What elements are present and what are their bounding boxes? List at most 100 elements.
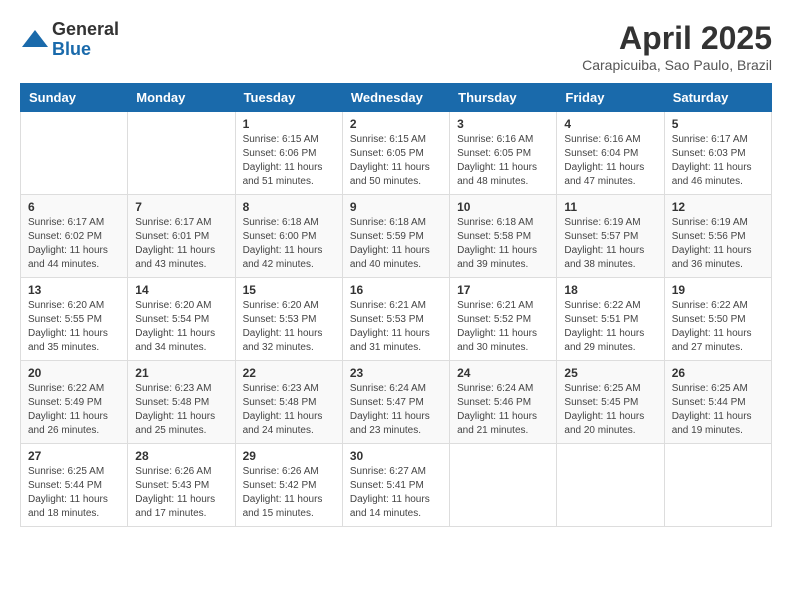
day-cell bbox=[557, 444, 664, 527]
day-cell: 29 Sunrise: 6:26 AM Sunset: 5:42 PM Dayli… bbox=[235, 444, 342, 527]
day-number: 6 bbox=[28, 200, 120, 214]
day-info: Sunrise: 6:16 AM Sunset: 6:05 PM Dayligh… bbox=[457, 133, 549, 189]
day-number: 15 bbox=[243, 283, 335, 297]
day-info: Sunrise: 6:19 AM Sunset: 5:56 PM Dayligh… bbox=[672, 216, 764, 272]
logo-blue: Blue bbox=[52, 40, 119, 60]
day-cell bbox=[450, 444, 557, 527]
day-number: 11 bbox=[564, 200, 656, 214]
day-number: 18 bbox=[564, 283, 656, 297]
day-cell: 14 Sunrise: 6:20 AM Sunset: 5:54 PM Dayli… bbox=[128, 278, 235, 361]
day-number: 17 bbox=[457, 283, 549, 297]
day-cell: 5 Sunrise: 6:17 AM Sunset: 6:03 PM Daylig… bbox=[664, 112, 771, 195]
day-cell: 13 Sunrise: 6:20 AM Sunset: 5:55 PM Dayli… bbox=[21, 278, 128, 361]
day-number: 29 bbox=[243, 449, 335, 463]
day-number: 21 bbox=[135, 366, 227, 380]
day-info: Sunrise: 6:22 AM Sunset: 5:49 PM Dayligh… bbox=[28, 382, 120, 438]
day-cell: 18 Sunrise: 6:22 AM Sunset: 5:51 PM Dayli… bbox=[557, 278, 664, 361]
day-cell bbox=[21, 112, 128, 195]
day-info: Sunrise: 6:21 AM Sunset: 5:53 PM Dayligh… bbox=[350, 299, 442, 355]
day-info: Sunrise: 6:24 AM Sunset: 5:47 PM Dayligh… bbox=[350, 382, 442, 438]
day-number: 2 bbox=[350, 117, 442, 131]
day-number: 20 bbox=[28, 366, 120, 380]
day-info: Sunrise: 6:18 AM Sunset: 6:00 PM Dayligh… bbox=[243, 216, 335, 272]
day-number: 4 bbox=[564, 117, 656, 131]
day-number: 30 bbox=[350, 449, 442, 463]
day-info: Sunrise: 6:22 AM Sunset: 5:50 PM Dayligh… bbox=[672, 299, 764, 355]
day-info: Sunrise: 6:21 AM Sunset: 5:52 PM Dayligh… bbox=[457, 299, 549, 355]
day-cell: 9 Sunrise: 6:18 AM Sunset: 5:59 PM Daylig… bbox=[342, 195, 449, 278]
day-number: 3 bbox=[457, 117, 549, 131]
day-cell: 23Sunrise: 6:24 AM Sunset: 5:47 PM Dayli… bbox=[342, 361, 449, 444]
day-cell: 26 Sunrise: 6:25 AM Sunset: 5:44 PM Dayli… bbox=[664, 361, 771, 444]
calendar-header: SundayMondayTuesdayWednesdayThursdayFrid… bbox=[21, 84, 772, 112]
day-number: 14 bbox=[135, 283, 227, 297]
calendar-body: 1Sunrise: 6:15 AM Sunset: 6:06 PM Daylig… bbox=[21, 112, 772, 527]
day-info: Sunrise: 6:15 AM Sunset: 6:06 PM Dayligh… bbox=[243, 133, 335, 189]
day-info: Sunrise: 6:20 AM Sunset: 5:55 PM Dayligh… bbox=[28, 299, 120, 355]
week-row-5: 27 Sunrise: 6:25 AM Sunset: 5:44 PM Dayli… bbox=[21, 444, 772, 527]
day-number: 9 bbox=[350, 200, 442, 214]
day-cell: 6 Sunrise: 6:17 AM Sunset: 6:02 PM Daylig… bbox=[21, 195, 128, 278]
week-row-3: 13 Sunrise: 6:20 AM Sunset: 5:55 PM Dayli… bbox=[21, 278, 772, 361]
day-cell: 22 Sunrise: 6:23 AM Sunset: 5:48 PM Dayli… bbox=[235, 361, 342, 444]
day-cell: 11 Sunrise: 6:19 AM Sunset: 5:57 PM Dayli… bbox=[557, 195, 664, 278]
header-cell-saturday: Saturday bbox=[664, 84, 771, 112]
day-cell: 8 Sunrise: 6:18 AM Sunset: 6:00 PM Daylig… bbox=[235, 195, 342, 278]
day-cell: 30 Sunrise: 6:27 AM Sunset: 5:41 PM Dayli… bbox=[342, 444, 449, 527]
header-row: SundayMondayTuesdayWednesdayThursdayFrid… bbox=[21, 84, 772, 112]
header-cell-thursday: Thursday bbox=[450, 84, 557, 112]
day-number: 22 bbox=[243, 366, 335, 380]
day-info: Sunrise: 6:24 AM Sunset: 5:46 PM Dayligh… bbox=[457, 382, 549, 438]
day-cell: 3 Sunrise: 6:16 AM Sunset: 6:05 PM Daylig… bbox=[450, 112, 557, 195]
day-info: Sunrise: 6:25 AM Sunset: 5:45 PM Dayligh… bbox=[564, 382, 656, 438]
day-info: Sunrise: 6:17 AM Sunset: 6:02 PM Dayligh… bbox=[28, 216, 120, 272]
week-row-2: 6 Sunrise: 6:17 AM Sunset: 6:02 PM Daylig… bbox=[21, 195, 772, 278]
day-number: 24 bbox=[457, 366, 549, 380]
day-cell: 17 Sunrise: 6:21 AM Sunset: 5:52 PM Dayli… bbox=[450, 278, 557, 361]
day-cell: 2 Sunrise: 6:15 AM Sunset: 6:05 PM Daylig… bbox=[342, 112, 449, 195]
day-info: Sunrise: 6:26 AM Sunset: 5:43 PM Dayligh… bbox=[135, 465, 227, 521]
day-info: Sunrise: 6:20 AM Sunset: 5:54 PM Dayligh… bbox=[135, 299, 227, 355]
day-info: Sunrise: 6:26 AM Sunset: 5:42 PM Dayligh… bbox=[243, 465, 335, 521]
day-number: 5 bbox=[672, 117, 764, 131]
day-number: 7 bbox=[135, 200, 227, 214]
day-cell: 1Sunrise: 6:15 AM Sunset: 6:06 PM Daylig… bbox=[235, 112, 342, 195]
day-info: Sunrise: 6:15 AM Sunset: 6:05 PM Dayligh… bbox=[350, 133, 442, 189]
day-cell: 12 Sunrise: 6:19 AM Sunset: 5:56 PM Dayli… bbox=[664, 195, 771, 278]
calendar-table: SundayMondayTuesdayWednesdayThursdayFrid… bbox=[20, 83, 772, 527]
page-header: General Blue April 2025 Carapicuiba, Sao… bbox=[20, 20, 772, 73]
logo-text: General Blue bbox=[52, 20, 119, 60]
day-number: 28 bbox=[135, 449, 227, 463]
day-number: 13 bbox=[28, 283, 120, 297]
title-section: April 2025 Carapicuiba, Sao Paulo, Brazi… bbox=[582, 20, 772, 73]
day-number: 12 bbox=[672, 200, 764, 214]
day-number: 26 bbox=[672, 366, 764, 380]
day-cell: 24 Sunrise: 6:24 AM Sunset: 5:46 PM Dayli… bbox=[450, 361, 557, 444]
day-info: Sunrise: 6:25 AM Sunset: 5:44 PM Dayligh… bbox=[28, 465, 120, 521]
day-number: 16 bbox=[350, 283, 442, 297]
day-cell: 21Sunrise: 6:23 AM Sunset: 5:48 PM Dayli… bbox=[128, 361, 235, 444]
day-cell bbox=[128, 112, 235, 195]
day-cell: 10 Sunrise: 6:18 AM Sunset: 5:58 PM Dayli… bbox=[450, 195, 557, 278]
day-cell: 15 Sunrise: 6:20 AM Sunset: 5:53 PM Dayli… bbox=[235, 278, 342, 361]
day-info: Sunrise: 6:20 AM Sunset: 5:53 PM Dayligh… bbox=[243, 299, 335, 355]
week-row-4: 20 Sunrise: 6:22 AM Sunset: 5:49 PM Dayli… bbox=[21, 361, 772, 444]
day-info: Sunrise: 6:19 AM Sunset: 5:57 PM Dayligh… bbox=[564, 216, 656, 272]
day-info: Sunrise: 6:18 AM Sunset: 5:58 PM Dayligh… bbox=[457, 216, 549, 272]
day-info: Sunrise: 6:25 AM Sunset: 5:44 PM Dayligh… bbox=[672, 382, 764, 438]
day-info: Sunrise: 6:18 AM Sunset: 5:59 PM Dayligh… bbox=[350, 216, 442, 272]
day-info: Sunrise: 6:16 AM Sunset: 6:04 PM Dayligh… bbox=[564, 133, 656, 189]
day-cell: 20 Sunrise: 6:22 AM Sunset: 5:49 PM Dayli… bbox=[21, 361, 128, 444]
day-info: Sunrise: 6:27 AM Sunset: 5:41 PM Dayligh… bbox=[350, 465, 442, 521]
day-number: 10 bbox=[457, 200, 549, 214]
day-cell: 28 Sunrise: 6:26 AM Sunset: 5:43 PM Dayli… bbox=[128, 444, 235, 527]
day-info: Sunrise: 6:22 AM Sunset: 5:51 PM Dayligh… bbox=[564, 299, 656, 355]
day-number: 25 bbox=[564, 366, 656, 380]
day-number: 8 bbox=[243, 200, 335, 214]
header-cell-friday: Friday bbox=[557, 84, 664, 112]
day-info: Sunrise: 6:17 AM Sunset: 6:03 PM Dayligh… bbox=[672, 133, 764, 189]
header-cell-tuesday: Tuesday bbox=[235, 84, 342, 112]
day-cell: 19Sunrise: 6:22 AM Sunset: 5:50 PM Dayli… bbox=[664, 278, 771, 361]
day-info: Sunrise: 6:23 AM Sunset: 5:48 PM Dayligh… bbox=[243, 382, 335, 438]
day-number: 27 bbox=[28, 449, 120, 463]
